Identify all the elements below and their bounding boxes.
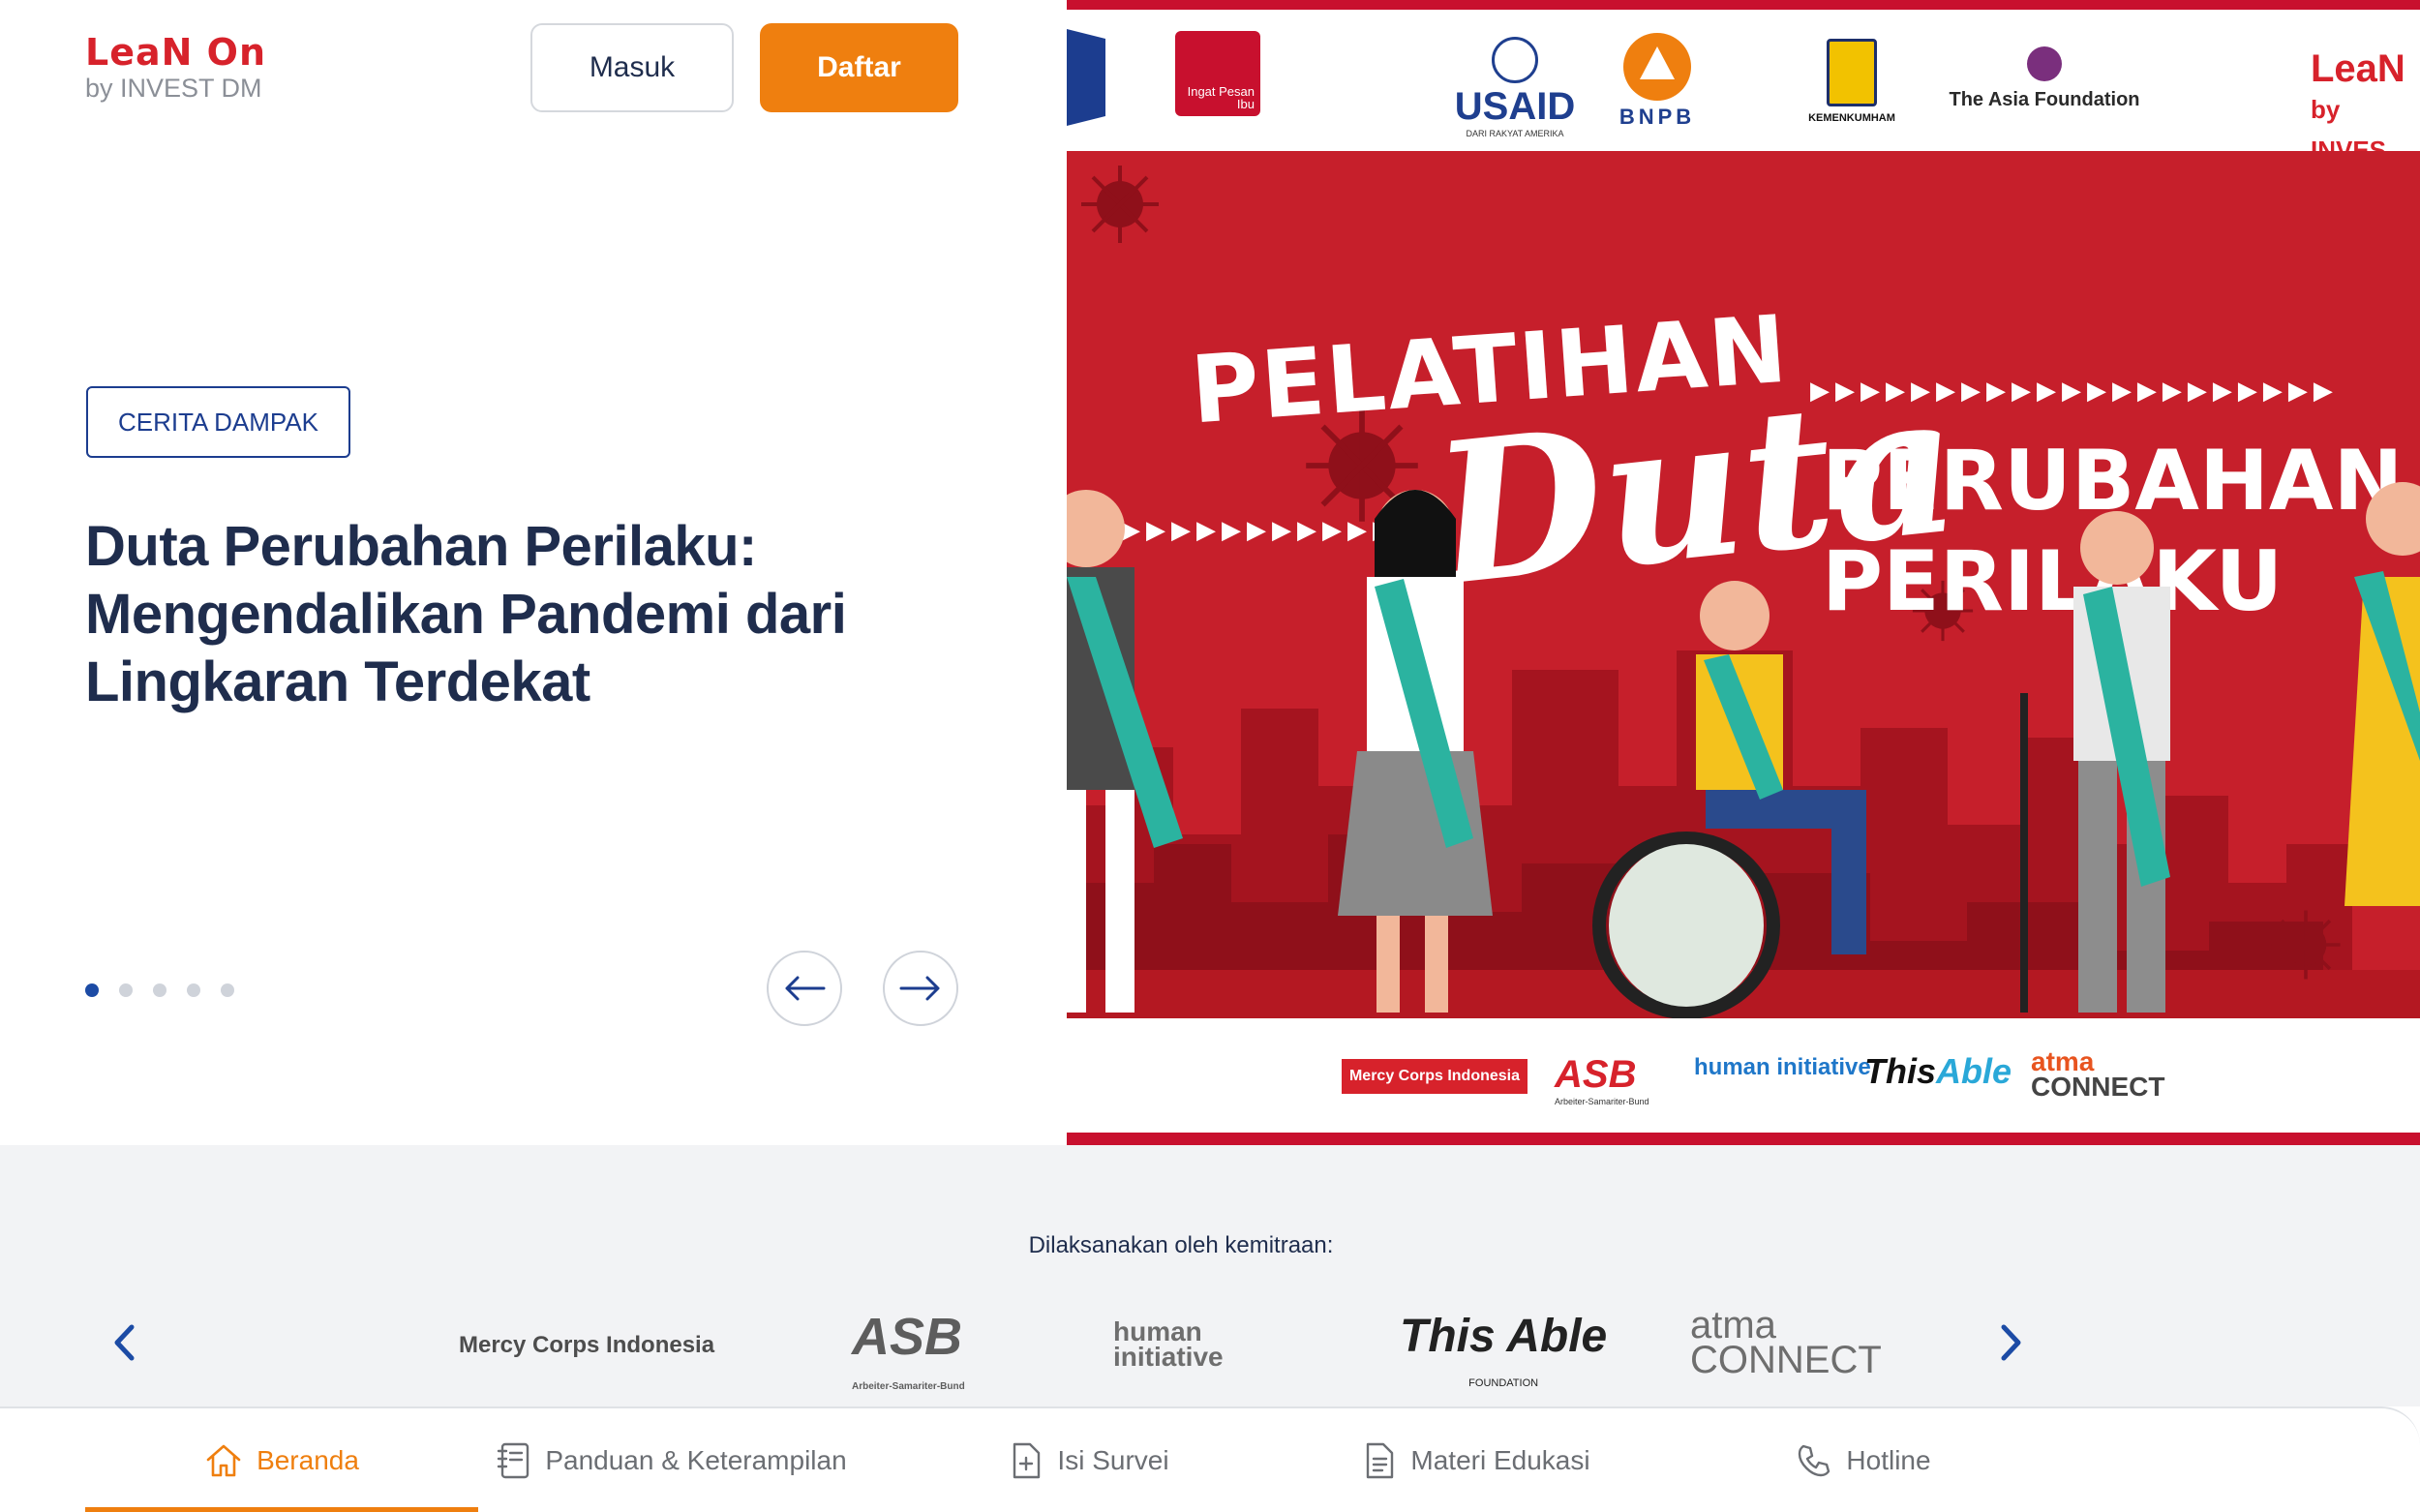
home-icon [206,1444,241,1476]
partners-prev-button[interactable] [105,1315,143,1370]
nav-label-panduan: Panduan & Keterampilan [545,1444,847,1475]
notebook-icon [498,1442,529,1478]
carousel-dot[interactable] [187,983,200,997]
banner-top-stripe [1067,0,2420,10]
nav-label-isi-survei: Isi Survei [1057,1444,1169,1475]
register-button[interactable]: Daftar [760,23,958,112]
nav-label-hotline: Hotline [1846,1444,1931,1475]
banner-connect-word: CONNECT [2031,1072,2165,1102]
banner-asb-tagline: Arbeiter-Samariter-Bund [1555,1097,1649,1106]
banner-atma-connect-logo: atma CONNECT [2031,1048,2165,1102]
nav-item-beranda[interactable]: Beranda [85,1408,478,1512]
carousel-dot[interactable] [119,983,133,997]
brand-title: LeaN On [85,31,267,74]
document-text-icon [1367,1442,1394,1478]
banner-asb-logo: ASB Arbeiter-Samariter-Bund [1555,1053,1649,1106]
partners-section: Dilaksanakan oleh kemitraan: Mercy Corps… [0,1145,2420,1406]
partner-mercy-corps-logo[interactable]: Mercy Corps Indonesia [459,1332,714,1359]
usaid-tagline: DARI RAKYAT AMERIKA [1466,129,1564,138]
banner-human-initiative-logo: human initiative [1694,1054,1871,1080]
document-plus-icon [1013,1442,1041,1478]
virus-icon [1081,166,1159,243]
partner-initiative-word: initiative [1113,1342,1224,1372]
partner-thisable-logo[interactable]: This Able FOUNDATION [1400,1314,1607,1406]
bnpb-logo: BNPB [1609,33,1706,130]
carousel-dot[interactable] [85,983,99,997]
usaid-logo: USAID DARI RAKYAT AMERIKA [1433,37,1597,138]
partner-asb-tagline: Arbeiter-Samariter-Bund [852,1381,965,1392]
chevron-left-icon [114,1324,135,1361]
partner-thisable-wordmark: This Able [1400,1311,1608,1362]
hero-headline: Duta Perubahan Perilaku: Mengendalikan P… [85,515,847,713]
usaid-wordmark: USAID [1454,85,1576,128]
nav-label-beranda: Beranda [257,1444,359,1475]
kemenkumham-logo: KEMENKUMHAM [1799,39,1905,124]
login-button[interactable]: Masuk [530,23,734,112]
story-category-tag[interactable]: CERITA DAMPAK [86,386,350,458]
carousel-prev-button[interactable] [767,951,842,1026]
carousel-pagination [85,983,234,997]
partner-atma-connect-logo[interactable]: atma CONNECT [1690,1304,1882,1381]
banner-illustration: PELATIHAN ▶▶▶▶▶▶▶▶▶▶▶▶▶▶▶▶▶▶▶▶▶ ▶▶▶▶▶▶▶▶… [1067,151,2420,1018]
ambassador-figures-illustration [1067,482,2420,1018]
asia-foundation-wordmark: The Asia Foundation [1949,89,2140,110]
banner-thisable-logo: ThisAble [1864,1051,2012,1092]
partners-next-button[interactable] [1992,1315,2031,1370]
ingat-pesan-ibu-logo: Ingat Pesan Ibu [1175,31,1260,116]
partner-asb-logo[interactable]: ASB Arbeiter-Samariter-Bund [852,1311,965,1412]
bottom-navigation: Beranda Panduan & Keterampilan Isi Surve… [0,1406,2420,1512]
bnpb-emblem-icon [1623,33,1691,101]
partner-thisable-tagline: FOUNDATION [1468,1377,1539,1389]
nav-item-panduan[interactable]: Panduan & Keterampilan [478,1408,865,1512]
carousel-dot[interactable] [153,983,166,997]
usaid-seal-icon [1492,37,1538,83]
lean-banner-title: LeaN [2311,47,2405,90]
bnpb-wordmark: BNPB [1618,105,1696,129]
partner-connect-word: CONNECT [1690,1339,1882,1381]
banner-asb-wordmark: ASB [1555,1053,1637,1096]
banner-mercy-corps-logo: Mercy Corps Indonesia [1342,1059,1528,1094]
banner-bottom-stripe [1067,1133,2420,1145]
partner-human-initiative-logo[interactable]: human initiative [1113,1318,1224,1372]
partners-title: Dilaksanakan oleh kemitraan: [1028,1232,1334,1258]
partner-atma-word: atma [1690,1304,1776,1346]
asia-foundation-logo: The Asia Foundation [1943,46,2146,111]
brand-logo[interactable]: LeaN On by INVEST DM [85,31,266,103]
brand-subtitle: by INVEST DM [85,74,262,103]
nav-item-hotline[interactable]: Hotline [1742,1408,1984,1512]
kemenkumham-wordmark: KEMENKUMHAM [1808,112,1895,124]
covid-logo [1067,29,1105,126]
carousel-dot[interactable] [221,983,234,997]
hero-panel: LeaN On by INVEST DM Masuk Daftar CERITA… [0,0,1067,1145]
carousel-next-button[interactable] [883,951,958,1026]
banner-logo-strip: Ingat Pesan Ibu USAID DARI RAKYAT AMERIK… [1067,10,2420,165]
nav-item-isi-survei[interactable]: Isi Survei [929,1408,1249,1512]
partner-asb-wordmark: ASB [852,1308,963,1366]
arrow-right-icon [899,976,940,1001]
nav-item-materi-edukasi[interactable]: Materi Edukasi [1316,1408,1636,1512]
asia-foundation-emblem-icon [2027,46,2062,81]
banner-thisable-word-a: This [1864,1051,1937,1091]
arrow-left-icon [785,976,826,1001]
phone-icon [1799,1444,1830,1476]
hero-banner-image: Ingat Pesan Ibu USAID DARI RAKYAT AMERIK… [1067,0,2420,1145]
chevron-right-icon [2001,1324,2021,1361]
banner-thisable-word-b: Able [1936,1051,2012,1091]
kemenkumham-emblem-icon [1827,39,1877,106]
nav-label-materi-edukasi: Materi Edukasi [1410,1444,1590,1475]
